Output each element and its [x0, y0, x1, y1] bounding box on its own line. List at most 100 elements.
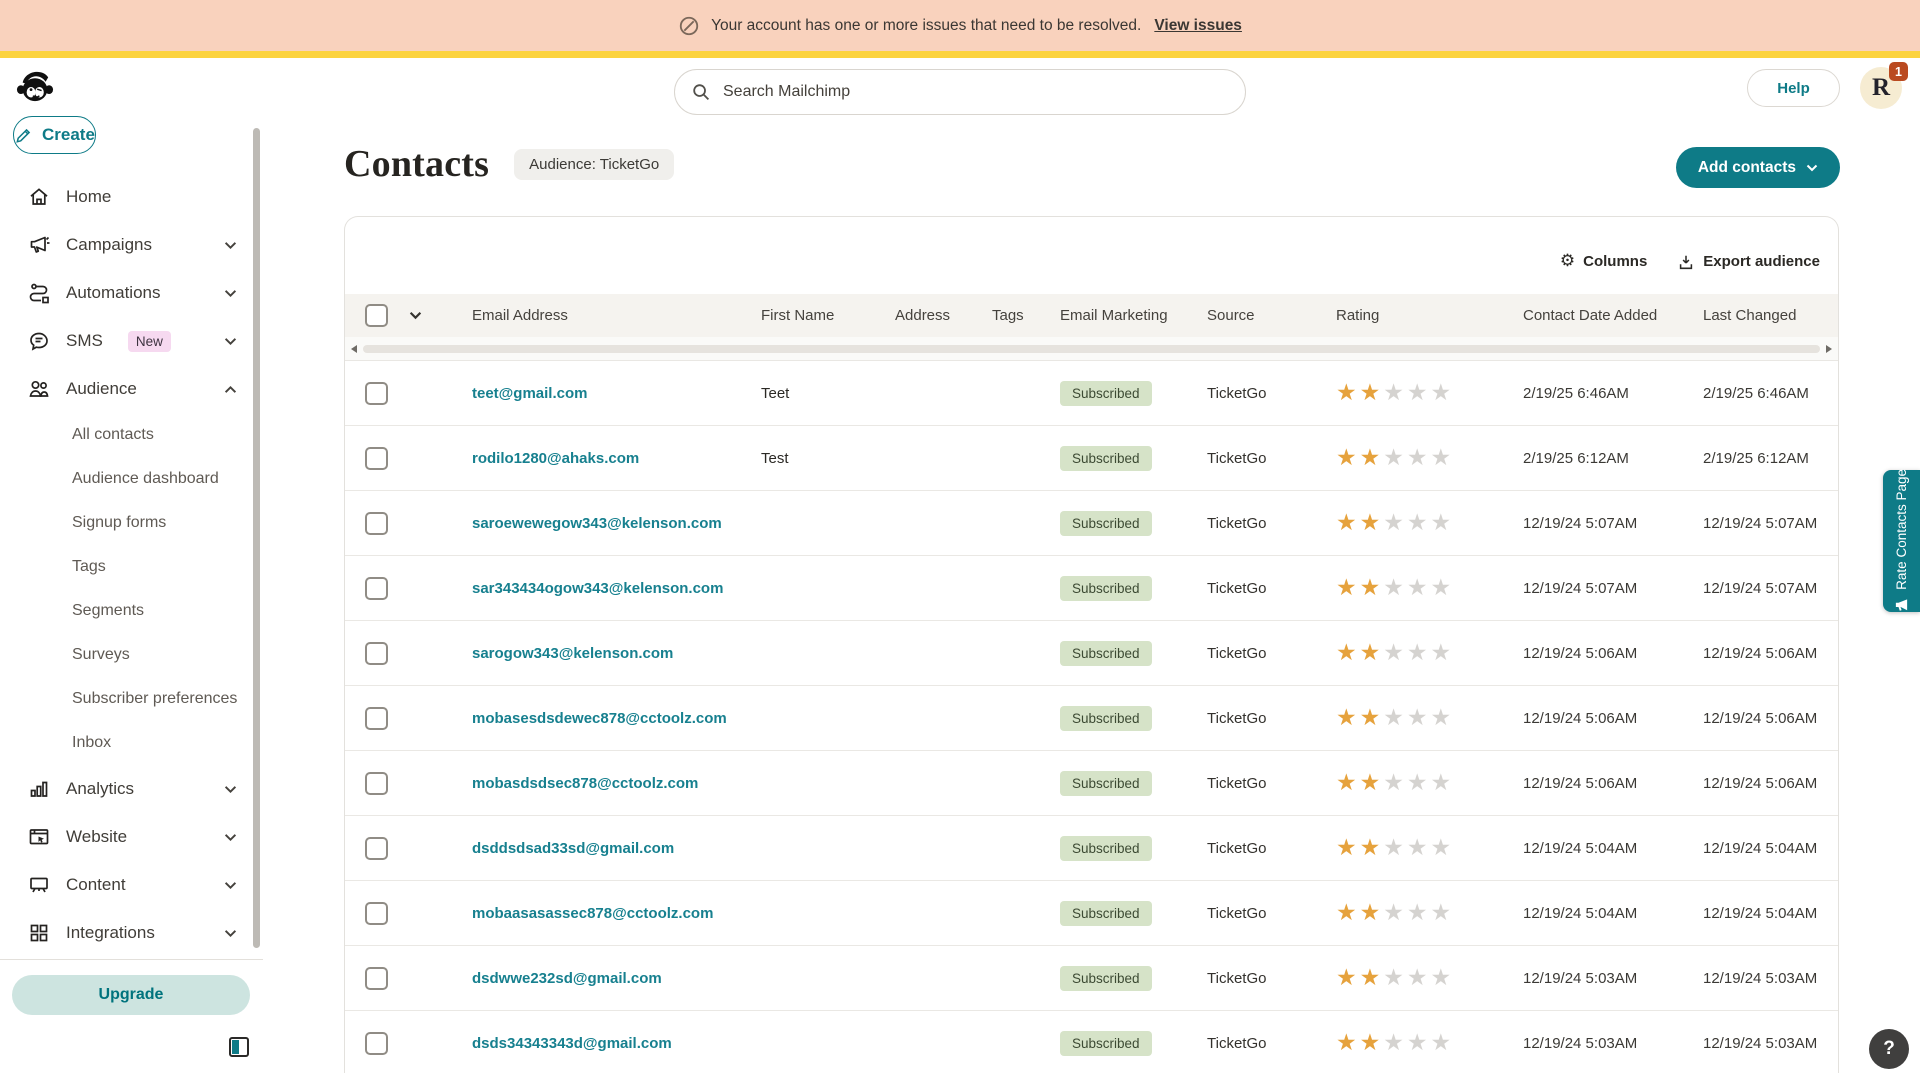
rate-page-tab[interactable]: Rate Contacts Page: [1883, 470, 1920, 612]
sidebar-subitem-audience-dashboard[interactable]: Audience dashboard: [0, 457, 263, 501]
audience-badge: Audience: TicketGo: [514, 149, 674, 180]
sidebar-subitem-all-contacts[interactable]: All contacts: [0, 413, 263, 457]
header-email-marketing[interactable]: Email Marketing: [1060, 307, 1207, 324]
source-cell: TicketGo: [1207, 1035, 1336, 1052]
header-first-name[interactable]: First Name: [761, 307, 895, 324]
add-contacts-button[interactable]: Add contacts: [1676, 147, 1840, 188]
table-row: mobaasasassec878@cctoolz.com Subscribed …: [345, 881, 1838, 946]
sidebar-subitem-tags[interactable]: Tags: [0, 545, 263, 589]
star-filled-icon: ★: [1360, 380, 1384, 406]
sidebar-subitem-subscriber-preferences[interactable]: Subscriber preferences: [0, 677, 263, 721]
row-checkbox[interactable]: [365, 512, 388, 535]
sidebar-item-audience[interactable]: Audience: [0, 365, 263, 413]
export-audience-button[interactable]: Export audience: [1677, 253, 1820, 271]
sidebar-subitem-signup-forms[interactable]: Signup forms: [0, 501, 263, 545]
contact-email-link[interactable]: teet@gmail.com: [472, 385, 588, 402]
sidebar-scrollbar[interactable]: [253, 128, 260, 948]
sidebar-item-integrations[interactable]: Integrations: [0, 909, 263, 957]
row-checkbox[interactable]: [365, 382, 388, 405]
row-checkbox[interactable]: [365, 902, 388, 925]
star-empty-icon: ★: [1383, 380, 1407, 406]
sidebar-item-campaigns[interactable]: Campaigns: [0, 221, 263, 269]
select-menu-chevron-icon[interactable]: [409, 311, 451, 320]
horizontal-scroll-thumb[interactable]: [363, 345, 1820, 353]
scroll-right-arrow-icon[interactable]: [1826, 345, 1832, 353]
header-source[interactable]: Source: [1207, 307, 1336, 324]
star-empty-icon: ★: [1431, 965, 1455, 991]
header-last-changed[interactable]: Last Changed: [1703, 307, 1838, 324]
date-added-cell: 12/19/24 5:04AM: [1523, 905, 1703, 922]
sidebar-item-home[interactable]: Home: [0, 173, 263, 221]
header-email-address[interactable]: Email Address: [451, 307, 761, 324]
star-filled-icon: ★: [1336, 640, 1360, 666]
subscribed-badge: Subscribed: [1060, 771, 1152, 796]
integrations-icon: [27, 921, 51, 945]
view-issues-link[interactable]: View issues: [1154, 17, 1242, 35]
select-all-checkbox[interactable]: [365, 304, 388, 327]
star-empty-icon: ★: [1383, 510, 1407, 536]
banner-message: Your account has one or more issues that…: [711, 17, 1141, 35]
contact-email-link[interactable]: mobasesdsdewec878@cctoolz.com: [472, 710, 727, 727]
sidebar-subitem-label: Inbox: [72, 734, 111, 752]
sidebar-nav: Home Campaigns Automations SMS New Audie…: [0, 173, 263, 957]
columns-button[interactable]: ⚙ Columns: [1560, 253, 1647, 270]
star-filled-icon: ★: [1336, 445, 1360, 471]
row-checkbox[interactable]: [365, 642, 388, 665]
row-checkbox[interactable]: [365, 707, 388, 730]
contact-email-link[interactable]: mobaasasassec878@cctoolz.com: [472, 905, 713, 922]
sidebar-subitem-surveys[interactable]: Surveys: [0, 633, 263, 677]
row-checkbox[interactable]: [365, 772, 388, 795]
help-button[interactable]: Help: [1747, 69, 1840, 107]
collapse-sidebar-icon[interactable]: [229, 1037, 249, 1057]
contact-email-link[interactable]: saroewewegow343@kelenson.com: [472, 515, 722, 532]
last-changed-cell: 12/19/24 5:06AM: [1703, 710, 1838, 727]
sidebar-item-automations[interactable]: Automations: [0, 269, 263, 317]
last-changed-cell: 12/19/24 5:06AM: [1703, 645, 1838, 662]
contact-email-link[interactable]: dsddsdsad33sd@gmail.com: [472, 840, 674, 857]
sidebar-item-label: Integrations: [66, 923, 155, 943]
create-button[interactable]: Create: [13, 116, 96, 154]
upgrade-button[interactable]: Upgrade: [12, 975, 250, 1015]
account-avatar[interactable]: R 1: [1860, 67, 1902, 109]
sidebar-item-content[interactable]: Content: [0, 861, 263, 909]
header-rating[interactable]: Rating: [1336, 307, 1523, 324]
scroll-left-arrow-icon[interactable]: [351, 345, 357, 353]
contact-email-link[interactable]: sar343434ogow343@kelenson.com: [472, 580, 723, 597]
star-empty-icon: ★: [1407, 705, 1431, 731]
star-empty-icon: ★: [1383, 1030, 1407, 1056]
table-row: sar343434ogow343@kelenson.com Subscribed…: [345, 556, 1838, 621]
help-fab[interactable]: ?: [1869, 1029, 1909, 1069]
star-filled-icon: ★: [1360, 770, 1384, 796]
contact-email-link[interactable]: rodilo1280@ahaks.com: [472, 450, 639, 467]
header-contact-date-added[interactable]: Contact Date Added: [1523, 307, 1703, 324]
row-checkbox[interactable]: [365, 967, 388, 990]
row-checkbox[interactable]: [365, 577, 388, 600]
header-address[interactable]: Address: [895, 307, 992, 324]
sidebar-item-analytics[interactable]: Analytics: [0, 765, 263, 813]
sidebar-item-sms[interactable]: SMS New: [0, 317, 263, 365]
table-horizontal-scrollbar[interactable]: [345, 337, 1838, 361]
mailchimp-logo[interactable]: [13, 65, 57, 114]
sidebar-subitem-inbox[interactable]: Inbox: [0, 721, 263, 765]
contact-email-link[interactable]: dsds34343343d@gmail.com: [472, 1035, 672, 1052]
sidebar-subitem-label: Signup forms: [72, 514, 166, 532]
sidebar-subitem-segments[interactable]: Segments: [0, 589, 263, 633]
contact-email-link[interactable]: mobasdsdsec878@cctoolz.com: [472, 775, 698, 792]
row-checkbox[interactable]: [365, 1032, 388, 1055]
add-contacts-label: Add contacts: [1698, 159, 1796, 177]
star-empty-icon: ★: [1383, 705, 1407, 731]
first-name-cell: Teet: [761, 385, 895, 402]
search-input[interactable]: [674, 69, 1246, 115]
contact-email-link[interactable]: dsdwwe232sd@gmail.com: [472, 970, 662, 987]
star-empty-icon: ★: [1407, 510, 1431, 536]
new-badge: New: [128, 331, 171, 352]
row-checkbox[interactable]: [365, 837, 388, 860]
contact-email-link[interactable]: sarogow343@kelenson.com: [472, 645, 673, 662]
sidebar-item-label: Website: [66, 827, 127, 847]
row-checkbox[interactable]: [365, 447, 388, 470]
sidebar-item-website[interactable]: Website: [0, 813, 263, 861]
main-content: Contacts Audience: TicketGo Add contacts…: [263, 114, 1920, 1080]
star-empty-icon: ★: [1383, 445, 1407, 471]
header-tags[interactable]: Tags: [992, 307, 1060, 324]
star-empty-icon: ★: [1431, 640, 1455, 666]
